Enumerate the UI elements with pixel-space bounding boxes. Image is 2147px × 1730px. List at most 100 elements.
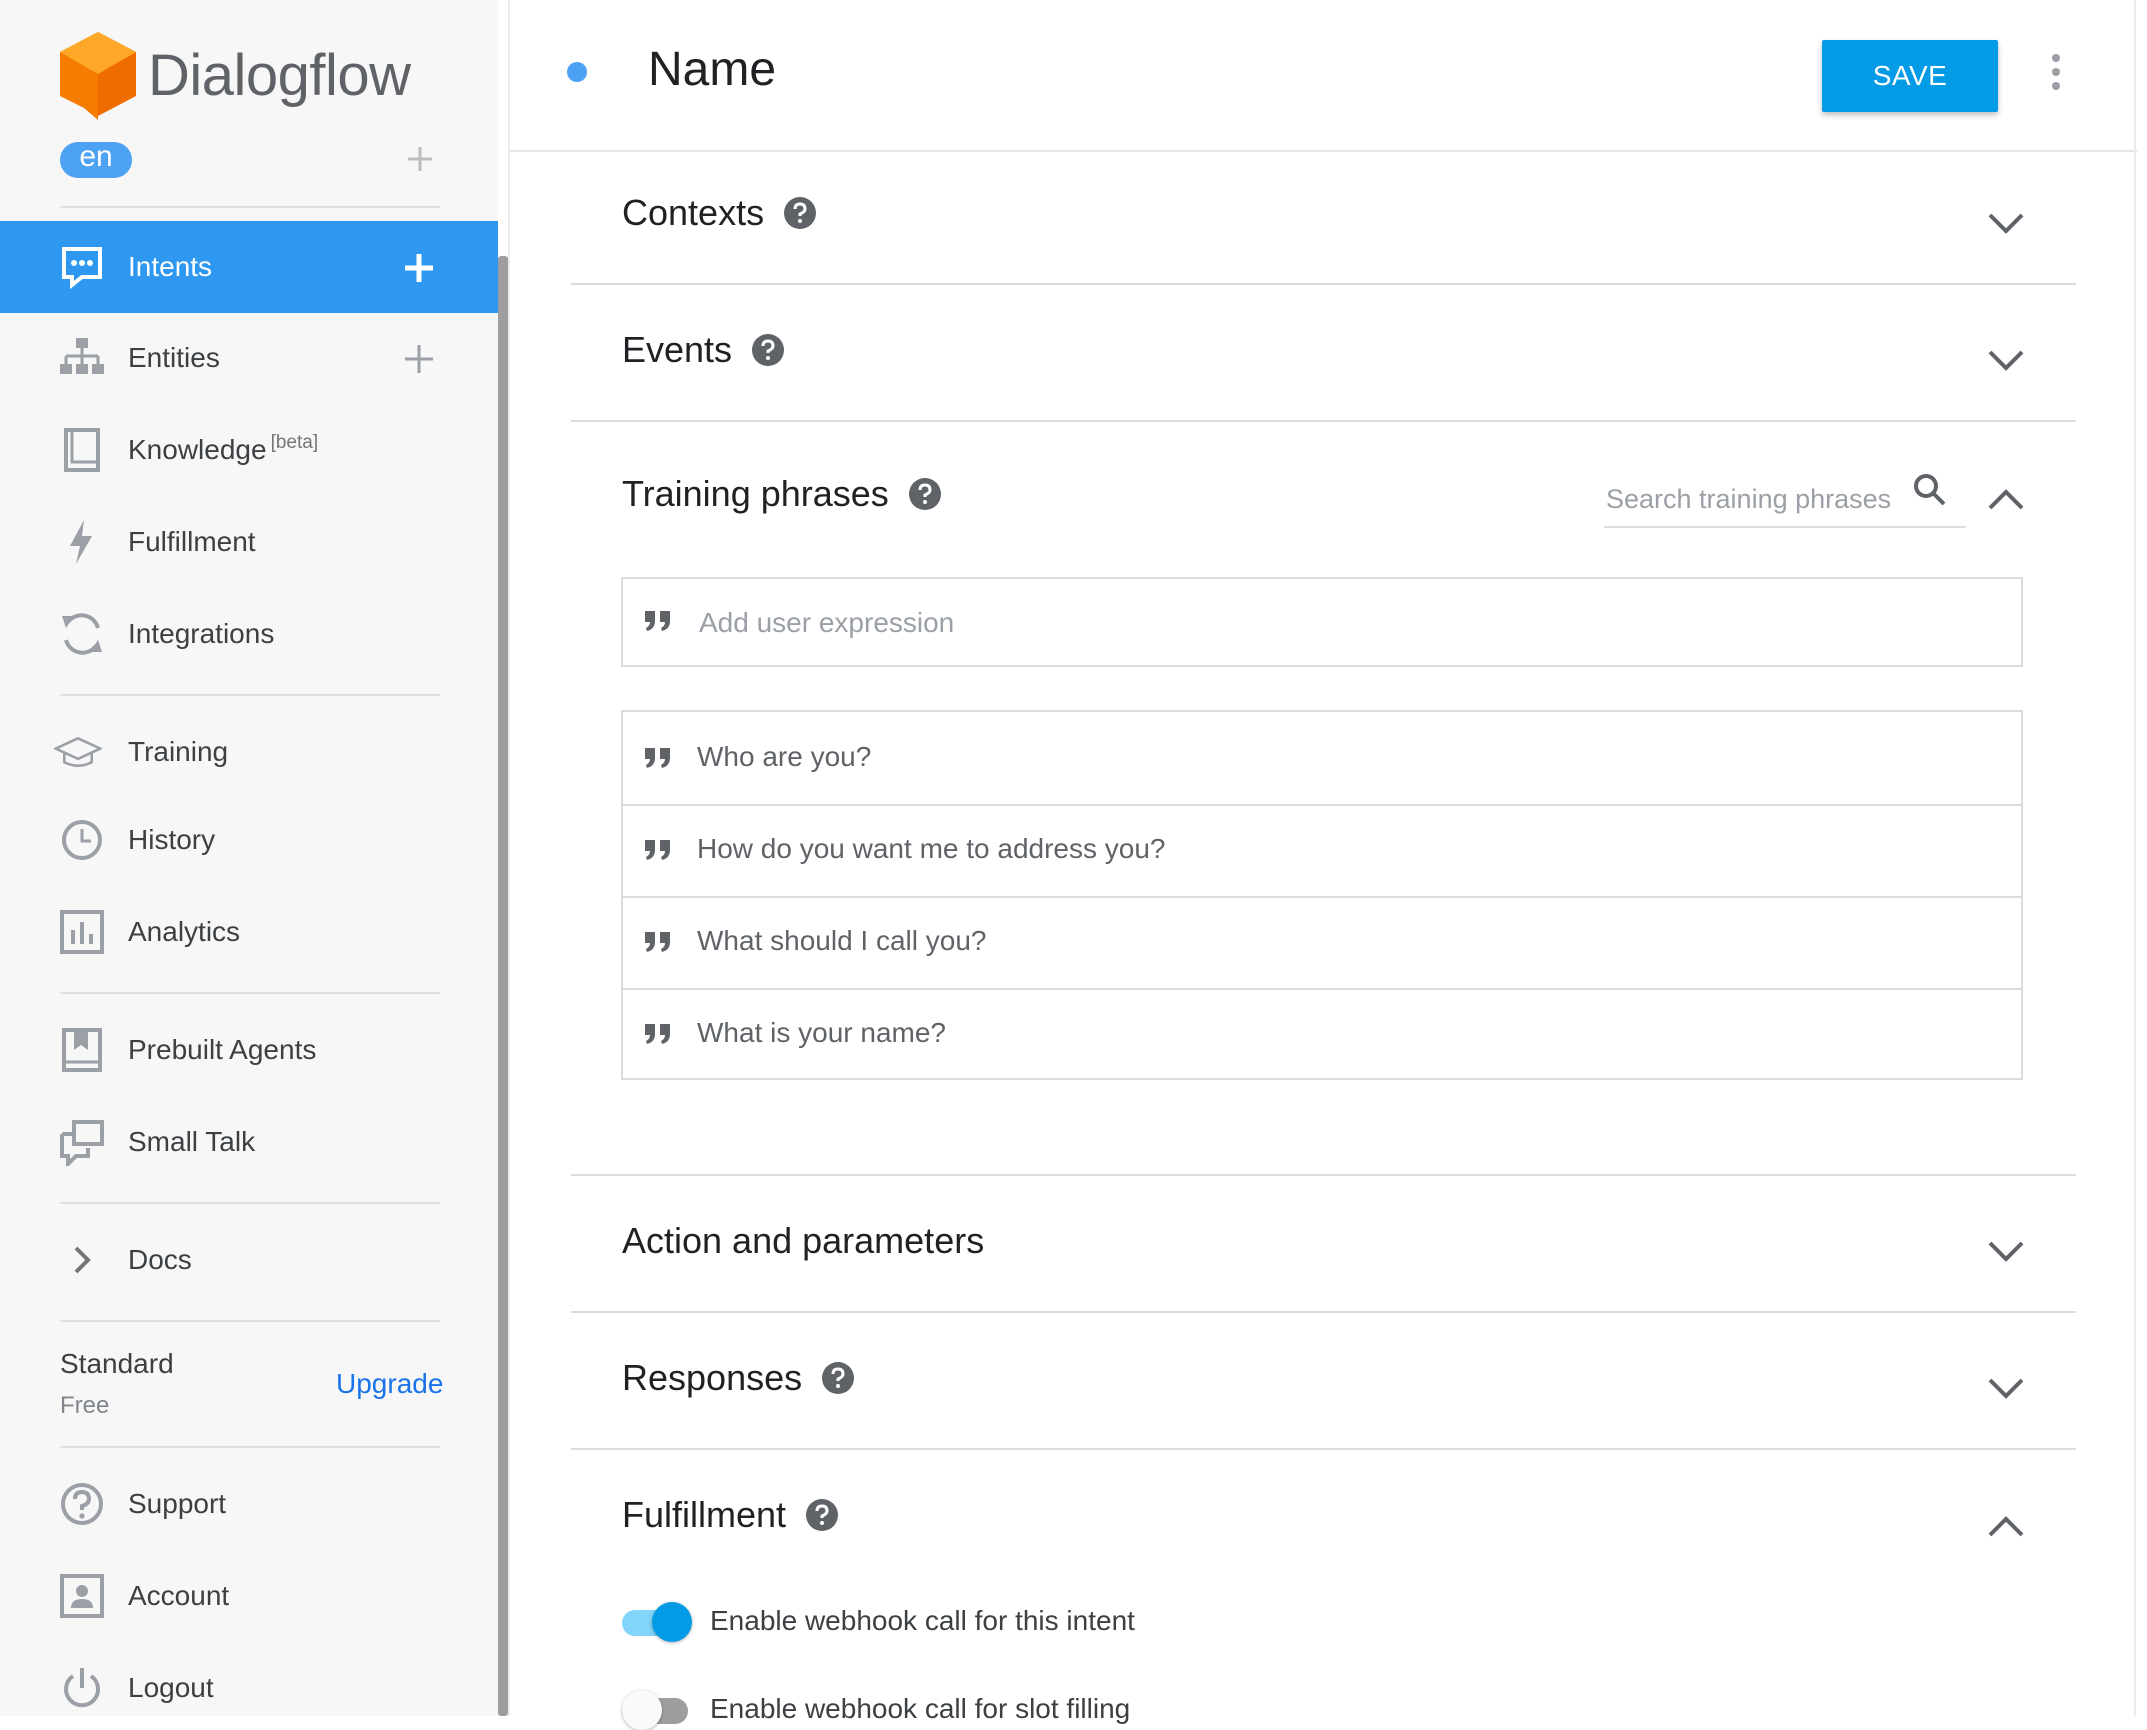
chevron-down-icon[interactable]: [1986, 210, 2026, 236]
sidebar-item-label: Fulfillment: [128, 526, 256, 557]
training-phrase-text[interactable]: How do you want me to address you?: [697, 828, 1165, 870]
add-intent-icon[interactable]: [402, 251, 436, 285]
chevron-up-icon[interactable]: [1986, 487, 2026, 513]
clock-icon: [62, 820, 102, 860]
sidebar-item-small-talk[interactable]: Small Talk: [0, 1096, 498, 1188]
training-phrase-list: Who are you? How do you want me to addre…: [621, 710, 2023, 1080]
sidebar-item-analytics[interactable]: Analytics: [0, 886, 498, 978]
sidebar-divider: [60, 694, 440, 696]
knowledge-icon: [64, 428, 100, 472]
sidebar-divider: [60, 1202, 440, 1204]
training-phrase-row[interactable]: How do you want me to address you?: [623, 804, 2021, 898]
help-icon[interactable]: [784, 197, 817, 229]
sidebar-item-prebuilt-agents[interactable]: Prebuilt Agents: [0, 1004, 498, 1096]
quote-icon: [645, 748, 670, 768]
integrations-icon: [62, 613, 102, 655]
training-phrase-text[interactable]: Who are you?: [697, 736, 871, 778]
sidebar-item-label: Docs: [128, 1244, 192, 1275]
intent-name-field[interactable]: Name: [648, 42, 776, 97]
add-entity-icon[interactable]: [402, 342, 436, 376]
search-input[interactable]: [1604, 478, 1908, 520]
chevron-down-icon[interactable]: [1986, 347, 2026, 373]
plan-name: Standard: [60, 1348, 174, 1379]
help-icon[interactable]: [822, 1362, 855, 1394]
add-language-icon[interactable]: [406, 145, 434, 173]
bar-chart-icon: [60, 910, 104, 954]
search-icon[interactable]: [1912, 472, 1948, 508]
section-divider: [571, 283, 2076, 285]
add-expression-field: [621, 577, 2023, 667]
sidebar-item-label: Account: [128, 1580, 230, 1611]
content-border: [2134, 0, 2136, 1716]
sidebar-item-label: Intents: [128, 251, 213, 282]
training-phrase-row[interactable]: What is your name?: [623, 988, 2021, 1080]
section-divider: [571, 1174, 2076, 1176]
language-badge[interactable]: en: [60, 142, 132, 178]
sidebar: Dialogflow en Intents Entities Knowledge…: [0, 0, 498, 1716]
graduation-cap-icon: [54, 736, 102, 767]
sidebar-item-training[interactable]: Training: [0, 706, 498, 798]
section-title: Contexts: [622, 192, 765, 233]
training-phrase-row[interactable]: What should I call you?: [623, 896, 2021, 990]
section-action-parameters[interactable]: Action and parameters: [622, 1220, 984, 1262]
sidebar-item-fulfillment[interactable]: Fulfillment: [0, 496, 498, 588]
help-icon[interactable]: [908, 478, 941, 510]
upgrade-link[interactable]: Upgrade: [336, 1368, 443, 1400]
webhook-toggle-label: Enable webhook call for this intent: [710, 1605, 1135, 1636]
status-dot: [567, 62, 587, 82]
section-divider: [571, 420, 2076, 422]
training-phrase-text[interactable]: What is your name?: [697, 1012, 946, 1054]
training-phrase-text[interactable]: What should I call you?: [697, 920, 987, 962]
intent-header: Name SAVE: [510, 0, 2137, 152]
sidebar-item-label: Support: [128, 1488, 227, 1519]
app-name: Dialogflow: [148, 43, 411, 108]
beta-badge: [beta]: [270, 432, 319, 453]
sidebar-item-label: Entities: [128, 342, 220, 373]
help-circle-icon: [61, 1483, 103, 1525]
sidebar-divider: [60, 1446, 440, 1448]
slot-filling-toggle[interactable]: [622, 1690, 694, 1730]
sidebar-item-knowledge[interactable]: Knowledge [beta]: [0, 404, 498, 496]
help-icon[interactable]: [752, 334, 785, 366]
save-button[interactable]: SAVE: [1822, 40, 1998, 112]
section-contexts[interactable]: Contexts: [622, 192, 817, 234]
entities-icon: [60, 338, 104, 374]
add-expression-input[interactable]: [697, 601, 1981, 645]
sidebar-item-label: History: [128, 824, 216, 855]
more-options-icon[interactable]: [2048, 52, 2064, 92]
chevron-up-icon[interactable]: [1986, 1514, 2026, 1540]
sidebar-item-intents[interactable]: Intents: [0, 221, 498, 313]
section-divider: [571, 1448, 2076, 1450]
section-events[interactable]: Events: [622, 329, 785, 371]
section-title: Responses: [622, 1357, 803, 1398]
sidebar-item-logout[interactable]: Logout: [0, 1642, 498, 1716]
section-fulfillment[interactable]: Fulfillment: [622, 1494, 839, 1536]
section-training-phrases[interactable]: Training phrases: [622, 473, 941, 515]
intents-icon: [62, 247, 102, 290]
sidebar-border: [508, 0, 510, 1716]
sidebar-item-account[interactable]: Account: [0, 1550, 498, 1642]
chat-bubbles-icon: [60, 1120, 104, 1166]
sidebar-item-docs[interactable]: Docs: [0, 1214, 498, 1306]
sidebar-item-integrations[interactable]: Integrations: [0, 588, 498, 680]
sidebar-divider: [60, 206, 440, 208]
plan-tier: Free: [60, 1392, 110, 1419]
power-icon: [64, 1668, 100, 1708]
sidebar-item-entities[interactable]: Entities: [0, 312, 498, 404]
section-title: Action and parameters: [622, 1220, 985, 1261]
webhook-toggle[interactable]: [622, 1602, 694, 1642]
quote-icon: [645, 1024, 670, 1044]
chevron-down-icon[interactable]: [1986, 1375, 2026, 1401]
sidebar-item-history[interactable]: History: [0, 794, 498, 886]
sidebar-item-label-wrap: Knowledge [beta]: [128, 432, 319, 466]
sidebar-item-label: Knowledge: [128, 434, 267, 465]
sidebar-divider: [60, 1320, 440, 1322]
sidebar-item-label: Prebuilt Agents: [128, 1034, 317, 1065]
sidebar-scrollbar[interactable]: [498, 256, 508, 1716]
help-icon[interactable]: [806, 1499, 839, 1531]
section-responses[interactable]: Responses: [622, 1357, 855, 1399]
training-phrase-row[interactable]: Who are you?: [623, 712, 2021, 806]
chevron-down-icon[interactable]: [1986, 1238, 2026, 1264]
sidebar-item-support[interactable]: Support: [0, 1458, 498, 1550]
toggle-knob: [622, 1690, 662, 1730]
